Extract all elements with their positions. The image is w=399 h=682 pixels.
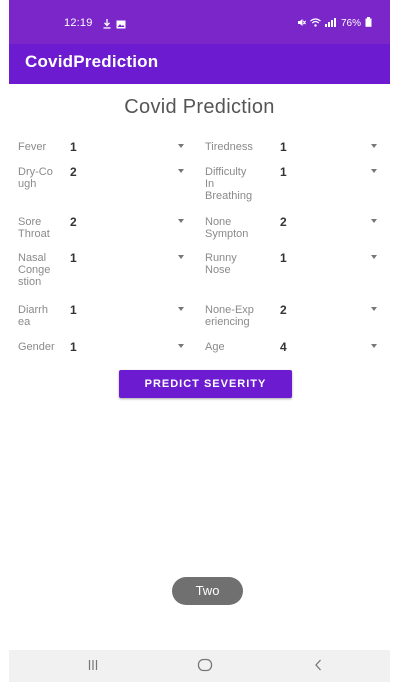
mute-icon — [297, 18, 306, 30]
gender-label: Gender — [18, 341, 55, 353]
chevron-down-icon — [371, 344, 377, 348]
dry-cough-value: 2 — [70, 165, 77, 179]
difficulty-in-breathing-value: 1 — [280, 165, 287, 179]
difficulty-in-breathing-dropdown[interactable]: Difficulty In Breathing 1 — [205, 166, 381, 204]
sore-throat-label: Sore Throat — [18, 216, 50, 240]
tiredness-dropdown[interactable]: Tiredness 1 — [205, 141, 381, 155]
gender-value: 1 — [70, 340, 77, 354]
home-icon[interactable] — [197, 658, 213, 677]
tiredness-value: 1 — [280, 140, 287, 154]
chevron-down-icon — [178, 219, 184, 223]
age-label: Age — [205, 341, 225, 353]
image-icon — [116, 16, 126, 34]
predict-severity-button[interactable]: PREDICT SEVERITY — [119, 370, 292, 398]
diarrhea-value: 1 — [70, 303, 77, 317]
status-left-icons — [103, 16, 126, 34]
chevron-down-icon — [178, 255, 184, 259]
screen: 12:19 76% CovidPrediction Covid Predicti… — [0, 0, 399, 682]
battery-text: 76% — [340, 18, 361, 29]
difficulty-in-breathing-label: Difficulty In Breathing — [205, 166, 253, 202]
wifi-icon — [310, 17, 321, 30]
signal-icon — [324, 17, 337, 30]
none-sympton-label: None Sympton — [205, 216, 249, 240]
tiredness-label: Tiredness — [205, 141, 253, 153]
nasal-congestion-dropdown[interactable]: Nasal Conge stion 1 — [18, 252, 188, 290]
app-bar: CovidPrediction — [9, 44, 390, 84]
dry-cough-label: Dry-Co ugh — [18, 166, 53, 190]
fever-dropdown[interactable]: Fever 1 — [18, 141, 188, 155]
age-value: 4 — [280, 340, 287, 354]
battery-icon — [365, 17, 372, 30]
age-dropdown[interactable]: Age 4 — [205, 341, 381, 355]
download-icon — [103, 16, 111, 34]
none-experiencing-label: None-Exp eriencing — [205, 304, 254, 328]
chevron-down-icon — [371, 144, 377, 148]
app-title: CovidPrediction — [25, 52, 159, 71]
toast-message: Two — [172, 577, 243, 605]
sore-throat-dropdown[interactable]: Sore Throat 2 — [18, 216, 188, 242]
nasal-congestion-value: 1 — [70, 251, 77, 265]
gender-dropdown[interactable]: Gender 1 — [18, 341, 188, 355]
chevron-down-icon — [371, 219, 377, 223]
diarrhea-label: Diarrh ea — [18, 304, 48, 328]
recents-icon[interactable] — [86, 658, 100, 677]
diarrhea-dropdown[interactable]: Diarrh ea 1 — [18, 304, 188, 330]
runny-nose-value: 1 — [280, 251, 287, 265]
none-experiencing-dropdown[interactable]: None-Exp eriencing 2 — [205, 304, 381, 330]
fever-label: Fever — [18, 141, 47, 153]
runny-nose-dropdown[interactable]: Runny Nose 1 — [205, 252, 381, 278]
dry-cough-dropdown[interactable]: Dry-Co ugh 2 — [18, 166, 188, 192]
none-sympton-dropdown[interactable]: None Sympton 2 — [205, 216, 381, 242]
none-experiencing-value: 2 — [280, 303, 287, 317]
page-title: Covid Prediction — [124, 96, 275, 118]
status-bar: 12:19 76% — [9, 0, 390, 44]
main-content: Covid Prediction Fever 1 Tiredness 1 Dry… — [9, 84, 390, 650]
status-right: 76% — [297, 17, 372, 30]
chevron-down-icon — [178, 144, 184, 148]
none-sympton-value: 2 — [280, 215, 287, 229]
chevron-down-icon — [371, 169, 377, 173]
nasal-congestion-label: Nasal Conge stion — [18, 252, 51, 288]
chevron-down-icon — [178, 344, 184, 348]
sore-throat-value: 2 — [70, 215, 77, 229]
navigation-bar — [9, 650, 390, 682]
chevron-down-icon — [178, 307, 184, 311]
runny-nose-label: Runny Nose — [205, 252, 237, 276]
chevron-down-icon — [371, 255, 377, 259]
back-icon[interactable] — [313, 658, 323, 677]
status-time: 12:19 — [64, 17, 93, 29]
fever-value: 1 — [70, 140, 77, 154]
chevron-down-icon — [371, 307, 377, 311]
chevron-down-icon — [178, 169, 184, 173]
